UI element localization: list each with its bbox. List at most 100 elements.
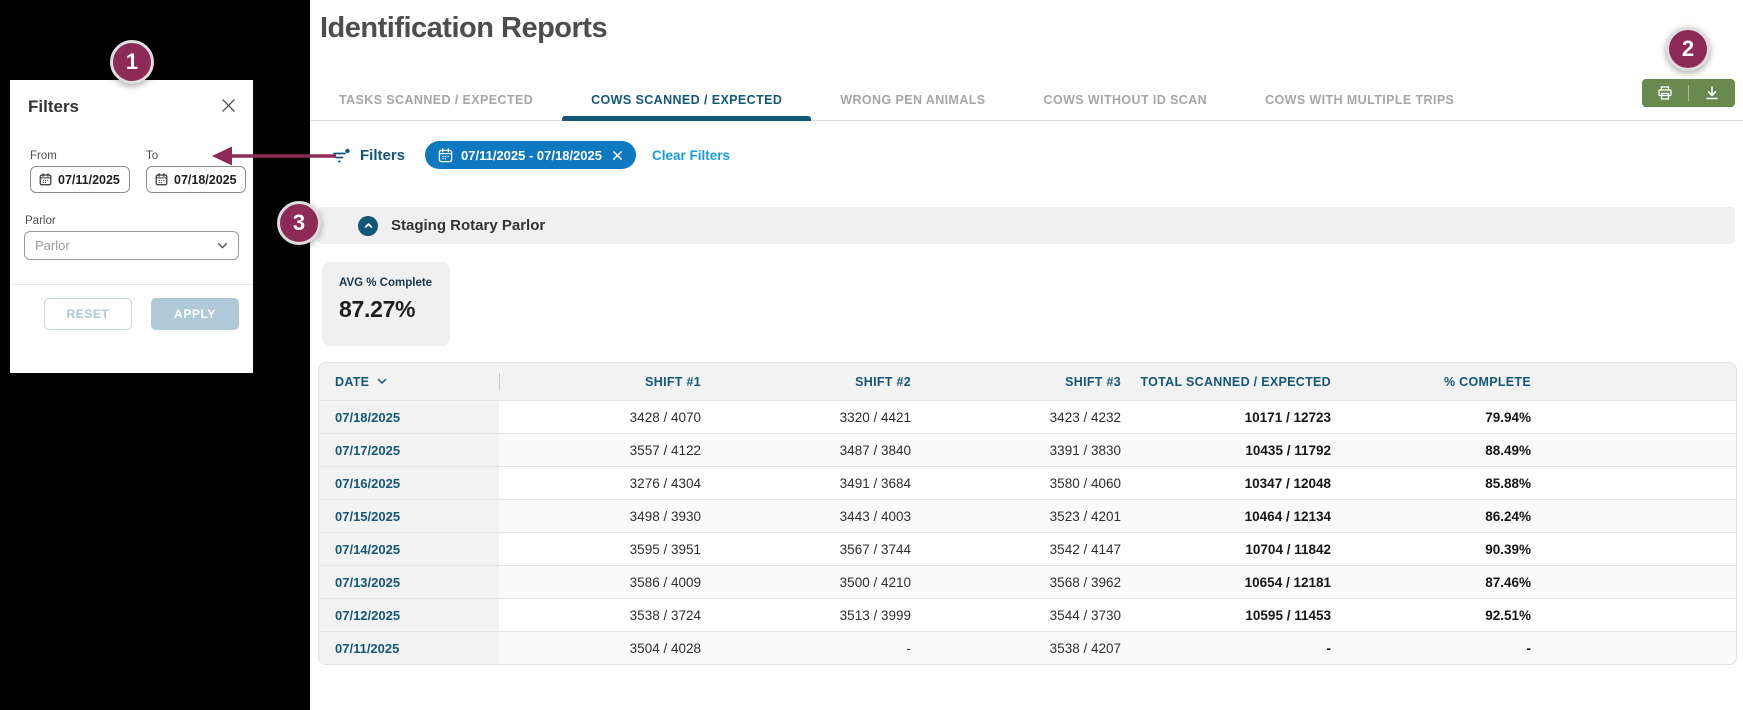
shift1-cell: 3428 / 4070 (499, 401, 719, 433)
row-spacer (1549, 632, 1736, 664)
total-cell: 10171 / 12723 (1139, 401, 1349, 433)
parlor-select[interactable]: Parlor (24, 231, 239, 260)
percent-complete-cell: - (1349, 632, 1549, 664)
total-cell: 10435 / 11792 (1139, 434, 1349, 466)
to-date-value: 07/18/2025 (174, 173, 237, 187)
table-body: 07/18/20253428 / 40703320 / 44213423 / 4… (319, 400, 1736, 664)
column-header-date[interactable]: DATE (319, 375, 499, 389)
date-range-chip[interactable]: 07/11/2025 - 07/18/2025 (425, 141, 636, 169)
table-row: 07/11/20253504 / 4028-3538 / 4207-- (319, 631, 1736, 664)
column-header-shift2[interactable]: SHIFT #2 (719, 375, 929, 389)
tab-cows-without-id-scan[interactable]: COWS WITHOUT ID SCAN (1015, 93, 1237, 120)
tab-wrong-pen-animals[interactable]: WRONG PEN ANIMALS (811, 93, 1014, 120)
panel-divider (10, 284, 253, 285)
apply-button[interactable]: APPLY (151, 298, 239, 330)
date-link[interactable]: 07/15/2025 (319, 500, 499, 532)
date-link[interactable]: 07/16/2025 (319, 467, 499, 499)
filters-panel-title: Filters (28, 97, 79, 117)
shift2-cell: 3513 / 3999 (719, 599, 929, 631)
shift1-cell: 3276 / 4304 (499, 467, 719, 499)
shift2-cell: 3487 / 3840 (719, 434, 929, 466)
shift2-cell: 3567 / 3744 (719, 533, 929, 565)
printer-icon (1657, 85, 1673, 101)
table-row: 07/14/20253595 / 39513567 / 37443542 / 4… (319, 532, 1736, 565)
total-cell: - (1139, 632, 1349, 664)
close-icon[interactable] (218, 95, 238, 115)
table-row: 07/15/20253498 / 39303443 / 40033523 / 4… (319, 499, 1736, 532)
shift3-cell: 3544 / 3730 (929, 599, 1139, 631)
date-range-chip-label: 07/11/2025 - 07/18/2025 (461, 148, 602, 163)
shift3-cell: 3580 / 4060 (929, 467, 1139, 499)
filter-bar: Filters 07/11/2025 - 07/18/2025 Clear Fi… (332, 141, 730, 169)
from-date-value: 07/11/2025 (58, 173, 120, 187)
shift2-cell: 3491 / 3684 (719, 467, 929, 499)
shift2-cell: 3500 / 4210 (719, 566, 929, 598)
total-cell: 10595 / 11453 (1139, 599, 1349, 631)
page-root: Identification Reports TASKS SCANNED / E… (0, 0, 1743, 710)
parlor-select-placeholder: Parlor (35, 238, 70, 253)
shift2-cell: 3320 / 4421 (719, 401, 929, 433)
section-title: Staging Rotary Parlor (391, 217, 545, 234)
percent-complete-cell: 90.39% (1349, 533, 1549, 565)
tab-cows-with-multiple-trips[interactable]: COWS WITH MULTIPLE TRIPS (1236, 93, 1483, 120)
shift1-cell: 3595 / 3951 (499, 533, 719, 565)
row-spacer (1549, 533, 1736, 565)
shift3-cell: 3538 / 4207 (929, 632, 1139, 664)
shift2-cell: - (719, 632, 929, 664)
column-header-complete[interactable]: % COMPLETE (1349, 375, 1549, 389)
download-button[interactable] (1689, 79, 1735, 107)
shift3-cell: 3568 / 3962 (929, 566, 1139, 598)
calendar-icon (155, 173, 168, 186)
percent-complete-cell: 79.94% (1349, 401, 1549, 433)
tab-tasks-scanned-expected[interactable]: TASKS SCANNED / EXPECTED (310, 93, 562, 120)
chevron-up-icon (363, 220, 374, 231)
column-header-shift1[interactable]: SHIFT #1 (499, 375, 719, 389)
report-table: DATE SHIFT #1 SHIFT #2 SHIFT #3 TOTAL SC… (318, 362, 1737, 665)
filters-panel: Filters From 07/11/2025 To (10, 80, 253, 373)
total-cell: 10347 / 12048 (1139, 467, 1349, 499)
shift3-cell: 3523 / 4201 (929, 500, 1139, 532)
avg-complete-value: 87.27% (339, 296, 450, 323)
table-row: 07/16/20253276 / 43043491 / 36843580 / 4… (319, 466, 1736, 499)
filter-bar-label: Filters (360, 147, 405, 164)
to-date-input[interactable]: 07/18/2025 (146, 166, 246, 193)
date-link[interactable]: 07/17/2025 (319, 434, 499, 466)
print-button[interactable] (1642, 79, 1688, 107)
percent-complete-cell: 85.88% (1349, 467, 1549, 499)
chip-close-icon[interactable] (612, 150, 623, 161)
date-link[interactable]: 07/11/2025 (319, 632, 499, 664)
parlor-section-header[interactable]: Staging Rotary Parlor (318, 207, 1735, 244)
chevron-down-icon (217, 242, 228, 250)
collapse-section-button[interactable] (358, 216, 378, 236)
date-link[interactable]: 07/13/2025 (319, 566, 499, 598)
column-header-total[interactable]: TOTAL SCANNED / EXPECTED (1139, 375, 1349, 389)
avg-complete-card: AVG % Complete 87.27% (322, 262, 450, 346)
table-row: 07/13/20253586 / 40093500 / 42103568 / 3… (319, 565, 1736, 598)
percent-complete-cell: 88.49% (1349, 434, 1549, 466)
shift3-cell: 3391 / 3830 (929, 434, 1139, 466)
percent-complete-cell: 86.24% (1349, 500, 1549, 532)
avg-complete-label: AVG % Complete (339, 277, 450, 289)
shift1-cell: 3538 / 3724 (499, 599, 719, 631)
shift2-cell: 3443 / 4003 (719, 500, 929, 532)
clear-filters-link[interactable]: Clear Filters (652, 148, 730, 163)
date-link[interactable]: 07/18/2025 (319, 401, 499, 433)
total-cell: 10704 / 11842 (1139, 533, 1349, 565)
total-cell: 10654 / 12181 (1139, 566, 1349, 598)
date-link[interactable]: 07/12/2025 (319, 599, 499, 631)
parlor-label: Parlor (25, 215, 56, 227)
reset-button[interactable]: RESET (44, 298, 132, 330)
annotation-badge-3: 3 (277, 201, 321, 245)
download-icon (1704, 85, 1720, 101)
to-label: To (146, 150, 158, 162)
table-row: 07/17/20253557 / 41223487 / 38403391 / 3… (319, 433, 1736, 466)
from-date-input[interactable]: 07/11/2025 (30, 166, 130, 193)
row-spacer (1549, 566, 1736, 598)
tab-cows-scanned-expected[interactable]: COWS SCANNED / EXPECTED (562, 93, 811, 120)
date-link[interactable]: 07/14/2025 (319, 533, 499, 565)
annotation-arrow (208, 143, 340, 169)
shift1-cell: 3498 / 3930 (499, 500, 719, 532)
shift3-cell: 3423 / 4232 (929, 401, 1139, 433)
export-button-group (1642, 79, 1735, 107)
column-header-shift3[interactable]: SHIFT #3 (929, 375, 1139, 389)
